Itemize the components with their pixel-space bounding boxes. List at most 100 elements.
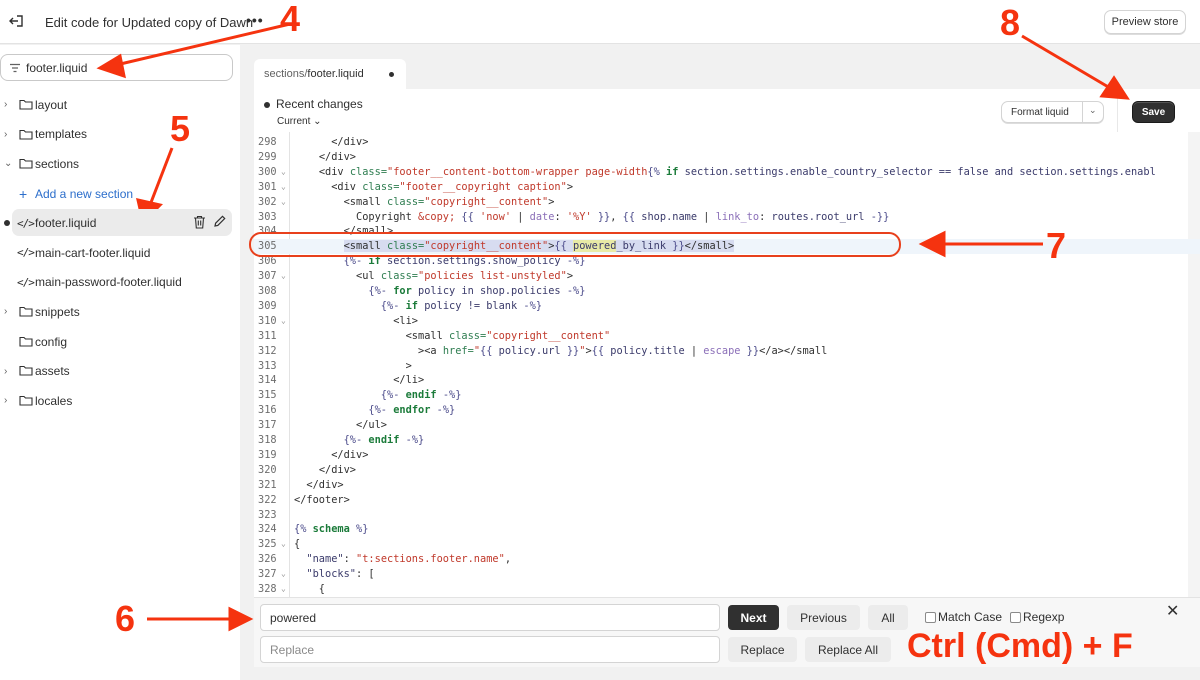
checkbox-box[interactable] [1010, 611, 1021, 623]
code-line[interactable]: 326 "name": "t:sections.footer.name", [254, 552, 1200, 567]
code-text: {%- if policy != blank -%} [380, 299, 543, 312]
match-case-checkbox[interactable]: Match Case [925, 610, 1002, 624]
format-liquid-button[interactable]: Format liquid ⌄ [1001, 101, 1104, 123]
tree-file[interactable]: </> main-password-footer.liquid [0, 268, 240, 298]
line-number: 328 [258, 583, 277, 595]
find-all-button[interactable]: All [868, 605, 908, 630]
code-text: <div class="footer__copyright caption"> [331, 180, 574, 193]
code-editor[interactable]: 298 </div> 299 </div> 300 ⌄ <div class="foo… [254, 132, 1200, 597]
tab-footer-liquid[interactable]: sections/footer.liquid [254, 59, 406, 89]
code-text: </div> [318, 150, 357, 163]
find-input[interactable] [260, 604, 720, 631]
tree-file[interactable]: </> main-cart-footer.liquid [0, 238, 240, 268]
code-line[interactable]: 319 </div> [254, 448, 1200, 463]
code-line[interactable]: 307 ⌄ <ul class="policies list-unstyled"> [254, 269, 1200, 284]
replace-input[interactable] [260, 636, 720, 663]
tree-folder[interactable]: config [0, 327, 240, 357]
code-text: {%- endif -%} [380, 389, 462, 402]
add-section-link[interactable]: + Add a new section [0, 179, 240, 209]
save-button[interactable]: Save [1132, 101, 1175, 123]
tree-folder[interactable]: › locales [0, 386, 240, 416]
file-search-value[interactable]: footer.liquid [26, 61, 87, 75]
code-line[interactable]: 309 {%- if policy != blank -%} [254, 299, 1200, 314]
tree-folder[interactable]: › layout [0, 90, 240, 120]
code-line[interactable]: 320 </div> [254, 463, 1200, 478]
code-line[interactable]: 313 > [254, 359, 1200, 374]
fold-chevron-icon[interactable]: ⌄ [281, 537, 286, 552]
code-line[interactable]: 315 {%- endif -%} [254, 388, 1200, 403]
replace-all-button[interactable]: Replace All [805, 637, 891, 662]
step-5-label: 5 [170, 108, 191, 149]
file-search-input[interactable]: footer.liquid [0, 54, 233, 81]
code-line[interactable]: 324 {% schema %} [254, 522, 1200, 537]
code-line[interactable]: 316 {%- endfor -%} [254, 403, 1200, 418]
code-line[interactable]: 310 ⌄ <li> [254, 314, 1200, 329]
code-line[interactable]: 317 </ul> [254, 418, 1200, 433]
code-line[interactable]: 303 Copyright &copy; {{ 'now' | date: '%… [254, 210, 1200, 225]
code-line[interactable]: 328 ⌄ { [254, 582, 1200, 597]
chevron-right-icon[interactable]: › [4, 99, 12, 110]
line-number: 298 [258, 136, 277, 148]
exit-icon[interactable] [8, 12, 26, 30]
replace-button[interactable]: Replace [728, 637, 797, 662]
highlight-ring [249, 232, 901, 257]
line-number: 320 [258, 463, 277, 476]
unsaved-dot-icon [389, 72, 394, 77]
code-line[interactable]: 314 </li> [254, 373, 1200, 388]
find-previous-button[interactable]: Previous [787, 605, 860, 630]
code-text: </li> [393, 374, 425, 387]
line-number: 324 [258, 523, 277, 536]
checkbox-box[interactable] [925, 611, 936, 623]
fold-chevron-icon[interactable]: ⌄ [281, 180, 286, 195]
fold-chevron-icon[interactable]: ⌄ [281, 195, 286, 210]
code-line[interactable]: 298 </div> [254, 135, 1200, 150]
more-actions-icon[interactable]: ••• [246, 12, 264, 28]
fold-chevron-icon[interactable]: ⌄ [281, 314, 286, 329]
chevron-right-icon[interactable]: › [4, 129, 12, 140]
folder-icon [19, 336, 33, 347]
code-line[interactable]: 302 ⌄ <small class="copyright__content"> [254, 195, 1200, 210]
pencil-icon[interactable] [213, 215, 226, 228]
code-line[interactable]: 300 ⌄ <div class="footer__content-bottom-… [254, 165, 1200, 180]
line-number: 302 [258, 195, 277, 208]
code-line[interactable]: 318 {%- endif -%} [254, 433, 1200, 448]
code-line[interactable]: 312 ><a href="{{ policy.url }}">{{ polic… [254, 344, 1200, 359]
chevron-right-icon[interactable]: › [4, 366, 12, 377]
chevron-down-icon[interactable]: ⌄ [4, 158, 12, 169]
format-options-chevron-icon[interactable]: ⌄ [1089, 105, 1097, 116]
fold-chevron-icon[interactable]: ⌄ [281, 165, 286, 180]
preview-store-button[interactable]: Preview store [1104, 10, 1186, 34]
editor-area: sections/footer.liquid Recent changes Cu… [240, 45, 1200, 680]
code-line[interactable]: 323 [254, 508, 1200, 523]
code-line[interactable]: 311 <small class="copyright__content" [254, 329, 1200, 344]
code-line[interactable]: 301 ⌄ <div class="footer__copyright capti… [254, 180, 1200, 195]
line-number: 312 [258, 344, 277, 357]
trash-icon[interactable] [193, 215, 206, 229]
version-select[interactable]: Current ⌄ [277, 116, 322, 127]
code-line[interactable]: 322 </footer> [254, 493, 1200, 508]
fold-chevron-icon[interactable]: ⌄ [281, 269, 286, 284]
tree-folder[interactable]: › templates [0, 120, 240, 150]
code-line[interactable]: 325 ⌄ { [254, 537, 1200, 552]
match-case-label: Match Case [938, 610, 1003, 624]
find-next-button[interactable]: Next [728, 605, 779, 630]
tree-file[interactable]: </> footer.liquid [0, 208, 240, 238]
tree-folder[interactable]: › assets [0, 356, 240, 386]
tree-folder[interactable]: › snippets [0, 297, 240, 327]
regexp-checkbox[interactable]: Regexp [1010, 610, 1064, 624]
chevron-right-icon[interactable]: › [4, 395, 12, 406]
close-icon[interactable]: ✕ [1166, 601, 1179, 621]
line-number: 315 [258, 389, 277, 402]
code-line[interactable]: 321 </div> [254, 478, 1200, 493]
tree-folder[interactable]: ⌄ sections [0, 149, 240, 179]
fold-chevron-icon[interactable]: ⌄ [281, 567, 286, 582]
chevron-right-icon[interactable]: › [4, 306, 12, 317]
line-number: 307 [258, 270, 277, 283]
code-line[interactable]: 299 </div> [254, 150, 1200, 165]
fold-chevron-icon[interactable]: ⌄ [281, 582, 286, 597]
code-line[interactable]: 327 ⌄ "blocks": [ [254, 567, 1200, 582]
code-line[interactable]: 308 {%- for policy in shop.policies -%} [254, 284, 1200, 299]
code-text: <small class="copyright__content"> [343, 195, 555, 208]
tree-item-label: main-password-footer.liquid [35, 275, 182, 290]
code-text: {%- endif -%} [343, 434, 425, 446]
